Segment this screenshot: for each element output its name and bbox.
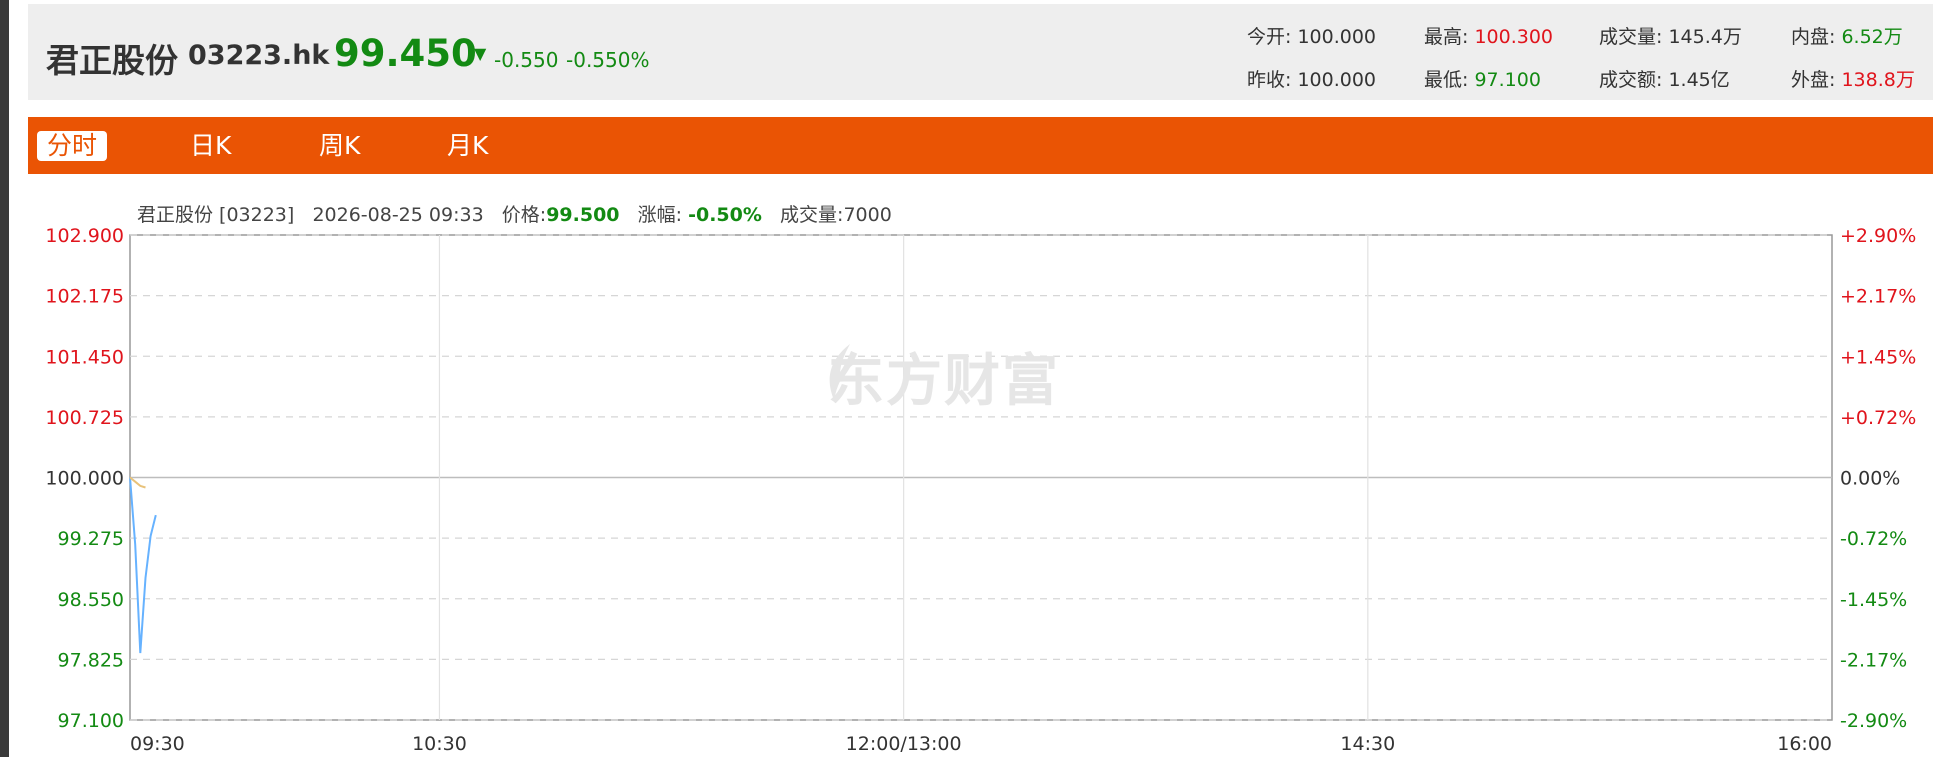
y-tick-label-right: +2.17% xyxy=(1840,286,1916,308)
y-tick-label-right: -0.72% xyxy=(1840,528,1907,550)
y-tick-label-left: 98.550 xyxy=(58,589,124,611)
y-tick-label-right: +0.72% xyxy=(1840,407,1916,429)
y-tick-label-left: 102.900 xyxy=(45,225,124,247)
x-tick-label: 09:30 xyxy=(130,733,185,755)
x-tick-label: 14:30 xyxy=(1340,733,1395,755)
y-tick-label-left: 100.000 xyxy=(45,468,124,490)
average-price-line xyxy=(129,476,146,489)
y-tick-label-right: 0.00% xyxy=(1840,468,1900,490)
price-line xyxy=(129,477,157,654)
y-tick-label-right: -2.17% xyxy=(1840,649,1907,671)
y-tick-label-left: 102.175 xyxy=(45,286,124,308)
x-tick-label: 10:30 xyxy=(412,733,467,755)
x-tick-label: 12:00/13:00 xyxy=(846,733,962,755)
y-tick-label-right: -2.90% xyxy=(1840,710,1907,732)
y-tick-label-left: 101.450 xyxy=(45,346,124,368)
watermark-text: 东方财富 xyxy=(828,349,1060,414)
x-tick-label: 16:00 xyxy=(1777,733,1832,755)
y-tick-label-right: +2.90% xyxy=(1840,225,1916,247)
y-tick-label-left: 97.100 xyxy=(58,710,124,732)
y-tick-label-left: 97.825 xyxy=(58,649,124,671)
y-tick-label-right: +1.45% xyxy=(1840,346,1916,368)
y-tick-label-left: 99.275 xyxy=(58,528,124,550)
y-tick-label-right: -1.45% xyxy=(1840,589,1907,611)
y-tick-label-left: 100.725 xyxy=(45,407,124,429)
